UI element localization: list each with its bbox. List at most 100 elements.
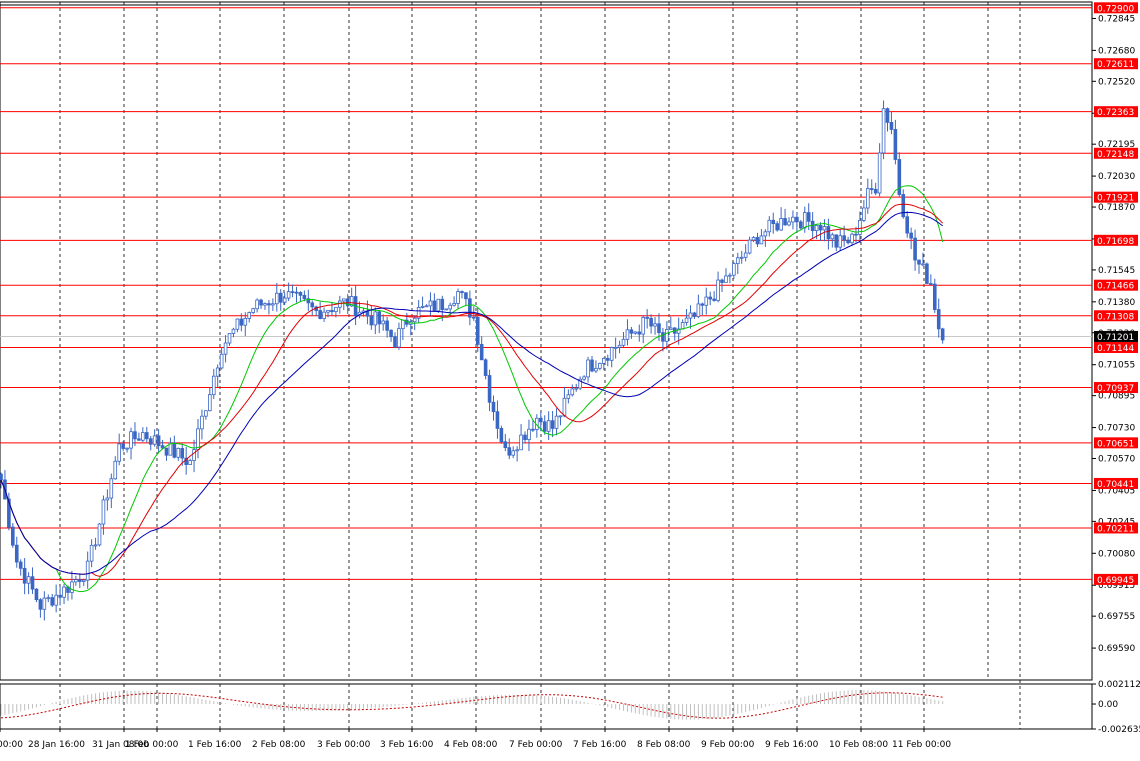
candle-body (428, 300, 433, 307)
candle-body (424, 305, 429, 308)
candle-body (696, 303, 701, 317)
candle-body (684, 317, 689, 323)
level-label: 0.72900 (1097, 4, 1134, 14)
price-tick-label: 0.72680 (1098, 46, 1135, 56)
candle-body (267, 303, 271, 306)
candle-body (893, 129, 898, 160)
candle-body (215, 367, 220, 377)
level-label: 0.70211 (1097, 524, 1134, 534)
candle-body (468, 298, 472, 318)
level-label: 0.71698 (1097, 237, 1134, 247)
level-label: 0.72148 (1097, 150, 1134, 160)
candle-body (661, 332, 665, 342)
time-tick-label: 1 Feb 00:00 (125, 740, 179, 750)
candle-body (58, 594, 62, 598)
candle-body (389, 329, 393, 338)
candle-body (298, 292, 303, 296)
osc-histogram (0, 690, 944, 720)
candle-body (18, 561, 23, 569)
candle-body (625, 329, 630, 340)
candle-body (566, 394, 571, 399)
price-tick-label: 0.72520 (1098, 77, 1135, 87)
candle-body (129, 431, 133, 449)
candle-body (294, 291, 299, 294)
candle-body (850, 233, 854, 244)
candle-body (109, 478, 114, 499)
candle-body (605, 358, 610, 361)
candle-body (735, 257, 740, 265)
candle-body (669, 327, 673, 330)
price-tick-label: 0.71380 (1098, 298, 1135, 308)
candle-body (471, 316, 476, 319)
candle-body (144, 432, 149, 440)
candle-body (397, 328, 401, 348)
candle-body (586, 359, 590, 378)
candle-body (30, 576, 35, 590)
candle-body (385, 320, 389, 331)
chart-canvas[interactable]: 0.728450.726800.725200.723550.721950.720… (0, 0, 1140, 757)
candle-body (11, 526, 15, 546)
candle-body (814, 225, 819, 232)
candle-body (629, 329, 634, 334)
candle-body (148, 438, 153, 445)
candle-body (873, 189, 878, 194)
price-tick-label: 0.71545 (1098, 266, 1135, 276)
forex-chart[interactable]: 0.728450.726800.725200.723550.721950.720… (0, 0, 1140, 757)
candle-body (420, 305, 425, 308)
price-tick-label: 0.72845 (1098, 14, 1135, 24)
candle-body (913, 237, 917, 261)
candle-body (747, 239, 752, 254)
candle-body (97, 523, 102, 546)
candle-body (448, 304, 452, 310)
candle-body (223, 342, 228, 355)
candle-body (704, 296, 709, 306)
candle-body (373, 311, 378, 326)
candle-body (779, 218, 783, 231)
candle-body (302, 294, 307, 300)
candle-body (251, 308, 255, 313)
candle-body (641, 316, 646, 335)
candle-body (609, 347, 614, 361)
oscillator-axis: 0.002112 0.00 -0.002635 (1092, 680, 1140, 735)
candle-body (34, 588, 39, 601)
candle-body (732, 263, 736, 276)
price-tick-label: 0.71055 (1098, 361, 1135, 371)
candle-body (834, 234, 839, 248)
candle-body (26, 576, 31, 584)
candle-body (932, 283, 937, 310)
level-lines: 0.72900 0.72611 0.72363 0.72148 0.71921 0.716… (0, 2, 1138, 586)
candle-body (54, 594, 58, 606)
moving-average-line (0, 203, 944, 577)
candle-body (377, 311, 382, 325)
price-tick-label: 0.70730 (1098, 424, 1135, 434)
candle-body (665, 329, 669, 342)
candle-body (621, 338, 626, 346)
candle-body (121, 443, 125, 449)
candle-body (515, 449, 519, 452)
candle-body (657, 323, 661, 333)
candle-body (787, 221, 791, 226)
time-tick-label: 7 Feb 16:00 (573, 740, 627, 750)
candles (0, 100, 945, 621)
candle-body (688, 312, 693, 319)
candle-body (929, 283, 933, 285)
candle-body (444, 308, 449, 311)
price-tick-label: 0.71870 (1098, 203, 1135, 213)
candle-body (921, 263, 925, 266)
candle-body (846, 239, 850, 244)
candle-body (842, 235, 846, 241)
candle-body (550, 420, 555, 429)
candle-body (487, 375, 492, 403)
candle-body (200, 415, 204, 430)
candle-body (440, 298, 445, 310)
candle-body (822, 226, 827, 231)
candle-body (901, 194, 906, 218)
candle-body (239, 318, 244, 326)
candle-body (475, 317, 480, 345)
candle-body (645, 316, 649, 319)
candle-body (22, 567, 27, 584)
candle-body (50, 597, 55, 606)
candle-body (89, 544, 94, 562)
candle-body (452, 302, 456, 306)
candle-body (259, 299, 263, 306)
